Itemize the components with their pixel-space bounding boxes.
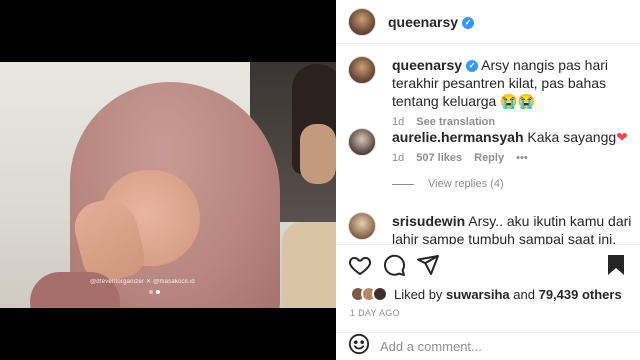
reply-button[interactable]: Reply (474, 152, 504, 164)
likes-count[interactable]: 79,439 others (539, 287, 622, 302)
author-username[interactable]: queenarsy ✓ (388, 14, 475, 30)
commenter-avatar[interactable] (348, 128, 376, 156)
liker-avatar[interactable] (372, 286, 388, 302)
post-header: queenarsy ✓ (336, 0, 640, 44)
caption-meta: 1d See translation (392, 116, 638, 128)
commenter-avatar[interactable] (348, 212, 376, 240)
verified-icon: ✓ (462, 16, 475, 29)
likes-row: Liked by suwarsiha and 79,439 others (350, 286, 622, 302)
comment-text: srisudewin Arsy.. aku ikutin kamu dari l… (392, 213, 632, 244)
comment-likes[interactable]: 507 likes (416, 152, 462, 164)
more-options-icon[interactable]: ••• (516, 152, 528, 164)
smiley-icon[interactable] (348, 333, 370, 360)
comment-text: aurelie.hermansyah Kaka sayangg❤ (392, 129, 628, 145)
liker-username[interactable]: suwarsiha (446, 287, 510, 302)
comment-item: aurelie.hermansyah Kaka sayangg❤ 1d 507 … (348, 128, 638, 164)
post-media[interactable]: @dteventorganizer ✕ @masakocil.id (0, 0, 336, 360)
comment-item: srisudewin Arsy.. aku ikutin kamu dari l… (348, 212, 638, 244)
comments-list: queenarsy ✓ Arsy nangis pas hari terakhir… (336, 44, 640, 244)
replies-divider (392, 183, 414, 185)
second-person-shirt (282, 222, 336, 308)
verified-icon: ✓ (466, 60, 479, 73)
photo-watermark: @dteventorganizer ✕ @masakocil.id (90, 279, 195, 285)
comment-icon[interactable] (380, 251, 408, 279)
add-comment-bar (336, 332, 640, 360)
author-avatar[interactable] (348, 7, 376, 36)
heart-icon[interactable] (346, 251, 374, 279)
post-time[interactable]: 1 DAY AGO (350, 308, 400, 318)
comment-meta: 1d 507 likes Reply ••• (392, 152, 638, 164)
comment-time[interactable]: 1d (392, 152, 404, 164)
caption-comment: queenarsy ✓ Arsy nangis pas hari terakhir… (348, 56, 638, 128)
red-heart-emoji-icon: ❤ (616, 129, 628, 145)
comment-input[interactable] (380, 339, 600, 354)
author-avatar[interactable] (348, 56, 376, 84)
caption-text: queenarsy ✓ Arsy nangis pas hari terakhir… (392, 57, 609, 109)
comment-username[interactable]: aurelie.hermansyah (392, 129, 524, 145)
carousel-dots (149, 290, 160, 294)
see-translation-link[interactable]: See translation (416, 116, 495, 128)
carousel-dot-active[interactable] (156, 290, 160, 294)
carousel-dot[interactable] (149, 290, 153, 294)
crying-emoji-icon: 😭😭 (500, 93, 536, 109)
share-icon[interactable] (414, 251, 442, 279)
post-panel: queenarsy ✓ queenarsy ✓ Arsy nangis pas ha… (336, 0, 640, 360)
bookmark-icon[interactable] (602, 251, 630, 279)
caption-time[interactable]: 1d (392, 116, 404, 128)
second-person-face (300, 124, 336, 184)
likes-text: Liked by suwarsiha and 79,439 others (394, 286, 622, 302)
view-replies-button[interactable]: View replies (4) (392, 178, 504, 190)
post-photo[interactable]: @dteventorganizer ✕ @masakocil.id (0, 62, 336, 308)
comment-username[interactable]: srisudewin (392, 213, 465, 229)
action-bar (336, 244, 640, 284)
caption-username[interactable]: queenarsy ✓ (392, 57, 479, 73)
